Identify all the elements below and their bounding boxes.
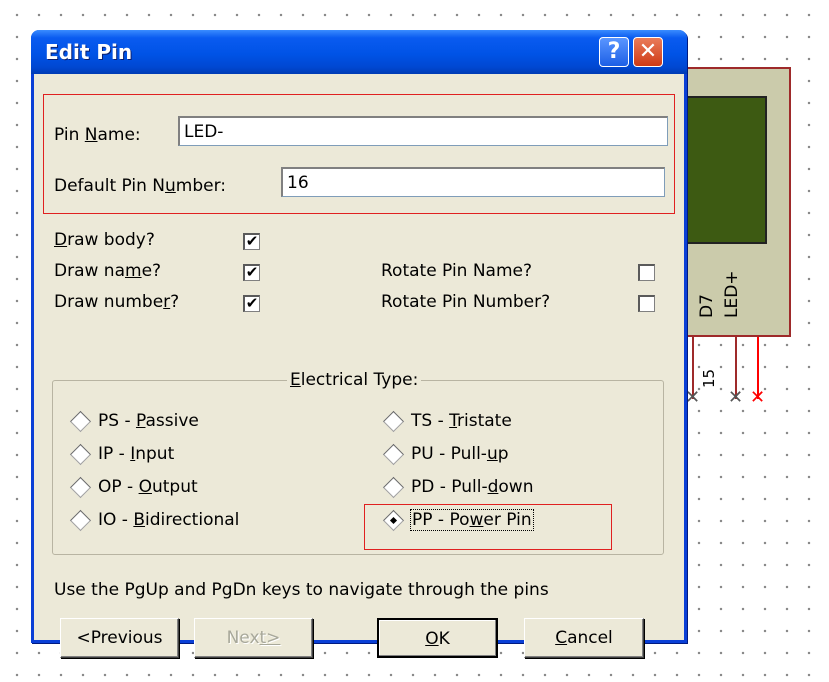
pin-end-mark-1: ✕: [685, 387, 701, 408]
radio-indicator: [69, 476, 92, 498]
radio-label: IP - Input: [98, 444, 175, 464]
radio-label: TS - Tristate: [411, 411, 512, 431]
radio-tristate[interactable]: TS - Tristate: [382, 410, 512, 432]
rotate-pin-number-label: Rotate Pin Number?: [381, 292, 551, 312]
power-pin-highlight: [364, 504, 612, 550]
radio-bidirectional[interactable]: IO - Bidirectional: [69, 509, 240, 531]
radio-label: PS - Passive: [98, 411, 199, 431]
navigation-hint: Use the PgUp and PgDn keys to navigate t…: [54, 580, 549, 600]
radio-pull-down[interactable]: PD - Pull-down: [382, 476, 534, 498]
title-bar[interactable]: Edit Pin ? ✕: [31, 30, 687, 74]
pin-name-label: Pin Name:: [54, 125, 141, 145]
pin-number-15: 15: [700, 368, 718, 388]
pin-number-input[interactable]: 16: [281, 167, 665, 197]
close-button[interactable]: ✕: [633, 37, 663, 67]
pin-label-d7: D7: [697, 294, 717, 318]
radio-pull-up[interactable]: PU - Pull-up: [382, 443, 509, 465]
rotate-pin-name-checkbox[interactable]: [638, 264, 655, 281]
pin-end-mark-2: ✕: [728, 387, 744, 408]
rotate-pin-number-checkbox[interactable]: [638, 295, 655, 312]
draw-body-label: Draw body?: [54, 230, 155, 250]
radio-label: PD - Pull-down: [411, 477, 534, 497]
dialog-body: Pin Name: LED- Default Pin Number: 16 Dr…: [34, 74, 684, 658]
radio-passive[interactable]: PS - Passive: [69, 410, 199, 432]
pin-label-led-plus: LED+: [722, 270, 742, 318]
ok-button[interactable]: OK: [377, 618, 498, 658]
draw-number-label: Draw number?: [54, 292, 180, 312]
next-button[interactable]: Next>: [194, 618, 313, 658]
radio-input[interactable]: IP - Input: [69, 443, 175, 465]
draw-body-checkbox[interactable]: ✔: [243, 233, 260, 250]
radio-indicator: [69, 443, 92, 465]
radio-indicator: [382, 410, 405, 432]
radio-output[interactable]: OP - Output: [69, 476, 198, 498]
radio-indicator: [382, 476, 405, 498]
pin-end-mark-3: ✕: [750, 387, 766, 408]
radio-indicator: [69, 509, 92, 531]
rotate-pin-name-label: Rotate Pin Name?: [381, 261, 533, 281]
draw-name-label: Draw name?: [54, 261, 162, 281]
previous-button[interactable]: <Previous: [60, 618, 179, 658]
radio-indicator: [69, 410, 92, 432]
help-button[interactable]: ?: [599, 37, 629, 67]
radio-label: IO - Bidirectional: [98, 510, 240, 530]
radio-label: PU - Pull-up: [411, 444, 509, 464]
draw-number-checkbox[interactable]: ✔: [243, 295, 260, 312]
electrical-type-title: Electrical Type:: [287, 370, 422, 390]
cancel-button[interactable]: Cancel: [524, 618, 644, 658]
dialog-title: Edit Pin: [45, 40, 133, 64]
radio-label: OP - Output: [98, 477, 198, 497]
edit-pin-dialog: Edit Pin ? ✕ Pin Name: LED- Default Pin …: [31, 30, 687, 658]
pin-name-input[interactable]: LED-: [178, 116, 668, 146]
pin-number-label: Default Pin Number:: [54, 176, 227, 196]
draw-name-checkbox[interactable]: ✔: [243, 264, 260, 281]
radio-indicator: [382, 443, 405, 465]
